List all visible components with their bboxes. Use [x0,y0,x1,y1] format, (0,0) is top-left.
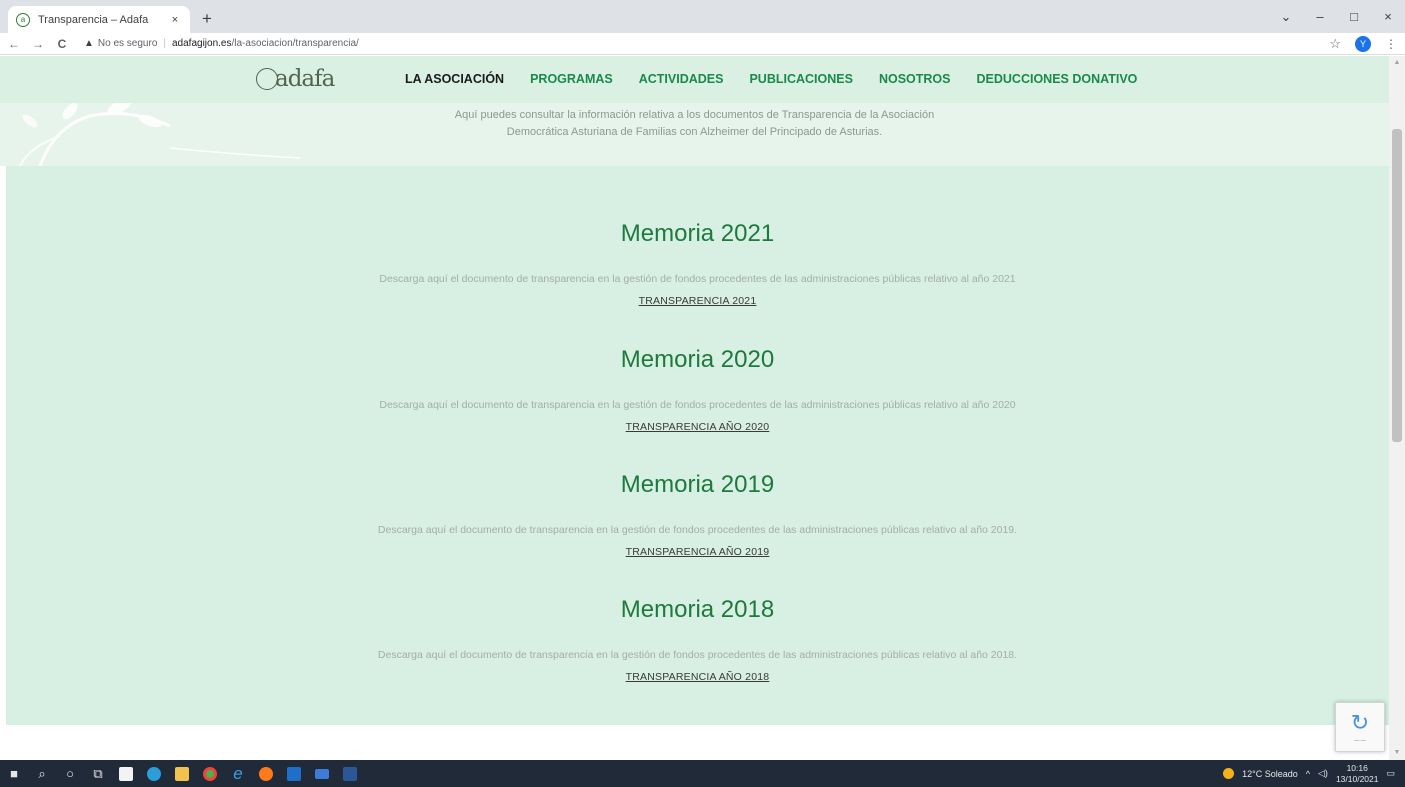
browser-tab-bar: a Transparencia – Adafa × + ⌄ – □ × [0,0,1405,33]
new-tab-button[interactable]: + [196,8,218,30]
weather-sun-icon [1223,768,1235,779]
mail-icon[interactable] [308,760,336,787]
toolbar-actions: ☆ Y ⋮ [1329,33,1397,55]
clock-time: 10:16 [1346,762,1368,773]
reload-button[interactable]: C [52,37,72,51]
notifications-icon[interactable]: ▭ [1386,768,1395,779]
recaptcha-privacy-icon: ―·― [1354,737,1366,744]
page-viewport: adafa LA ASOCIACIÓN PROGRAMAS ACTIVIDADE… [0,56,1389,760]
nav-programas[interactable]: PROGRAMAS [530,72,613,86]
tab-search-icon[interactable]: ⌄ [1269,9,1303,25]
memoria-section: Memoria 2018 Descarga aquí el documento … [6,596,1389,685]
cortana-icon[interactable]: ○ [56,760,84,787]
section-title: Memoria 2020 [620,346,775,373]
section-title: Memoria 2019 [620,471,775,498]
intro-text: Aquí puedes consultar la información rel… [0,107,1389,141]
browser-tab-active[interactable]: a Transparencia – Adafa × [8,6,190,33]
hero-banner: adafa LA ASOCIACIÓN PROGRAMAS ACTIVIDADE… [0,56,1389,166]
intro-line-2: Democrática Asturiana de Familias con Al… [506,126,883,138]
url-host: adafagijon.es [172,38,232,49]
firefox-icon[interactable] [252,760,280,787]
file-explorer-icon[interactable] [168,760,196,787]
site-logo[interactable]: adafa [256,64,335,94]
warning-icon: ▲ [84,38,94,49]
scroll-down-icon[interactable]: ▼ [1389,746,1405,760]
memoria-section: Memoria 2020 Descarga aquí el documento … [6,346,1389,435]
section-description: Descarga aquí el documento de transparen… [379,399,1016,411]
recaptcha-icon: ↻ [1350,709,1370,735]
nav-deducciones-donativo[interactable]: DEDUCCIONES DONATIVO [977,72,1138,86]
transparency-2018-link[interactable]: TRANSPARENCIA AÑO 2018 [626,671,770,683]
scroll-up-icon[interactable]: ▲ [1389,56,1405,70]
logo-text: adafa [275,66,335,92]
edge-icon[interactable] [140,760,168,787]
site-favicon-icon: a [16,12,30,27]
system-tray: 12°C Soleado ^ ◁) 10:16 13/10/2021 ▭ [1223,760,1405,787]
store-icon[interactable] [112,760,140,787]
volume-icon[interactable]: ◁) [1318,768,1328,779]
url-path: /la-asociacion/transparencia/ [231,38,359,49]
word-icon[interactable] [336,760,364,787]
memoria-section: Memoria 2019 Descarga aquí el documento … [6,471,1389,560]
scroll-thumb[interactable] [1392,129,1402,442]
address-divider: | [163,38,166,49]
windows-taskbar: ■ ⌕ ○ ⧉ e 12°C Soleado ^ ◁) 10:16 13/10/… [0,760,1405,787]
clock-date: 13/10/2021 [1335,773,1379,784]
profile-avatar[interactable]: Y [1355,36,1371,52]
main-nav: LA ASOCIACIÓN PROGRAMAS ACTIVIDADES PUBL… [405,72,1137,86]
close-window-button[interactable]: × [1371,9,1405,24]
transparency-2021-link[interactable]: TRANSPARENCIA 2021 [639,295,757,307]
outlook-icon[interactable] [280,760,308,787]
transparency-2020-link[interactable]: TRANSPARENCIA AÑO 2020 [626,421,770,433]
section-title: Memoria 2018 [620,596,775,623]
browser-toolbar: ← → C ▲ No es seguro | adafagijon.es /la… [0,33,1405,55]
transparency-2019-link[interactable]: TRANSPARENCIA AÑO 2019 [626,546,770,558]
browser-menu-icon[interactable]: ⋮ [1385,37,1397,51]
windows-start-icon[interactable]: ■ [0,760,28,787]
bookmark-star-icon[interactable]: ☆ [1329,36,1341,52]
nav-nosotros[interactable]: NOSOTROS [879,72,951,86]
section-description: Descarga aquí el documento de transparen… [379,273,1016,285]
tray-chevron-icon[interactable]: ^ [1306,769,1310,779]
restore-button[interactable]: □ [1337,9,1371,24]
tab-title: Transparencia – Adafa [38,13,149,26]
weather-text[interactable]: 12°C Soleado [1242,769,1298,779]
memoria-section: Memoria 2021 Descarga aquí el documento … [6,220,1389,309]
search-icon[interactable]: ⌕ [28,760,56,787]
nav-actividades[interactable]: ACTIVIDADES [639,72,724,86]
minimize-button[interactable]: – [1303,9,1337,24]
window-controls: ⌄ – □ × [1269,0,1405,33]
intro-line-1: Aquí puedes consultar la información rel… [454,109,935,121]
address-bar[interactable]: ▲ No es seguro | adafagijon.es /la-asoci… [84,35,359,53]
nav-publicaciones[interactable]: PUBLICACIONES [749,72,852,86]
section-title: Memoria 2021 [620,220,775,247]
site-header: adafa LA ASOCIACIÓN PROGRAMAS ACTIVIDADE… [0,56,1389,103]
recaptcha-badge[interactable]: ↻ ―·― [1335,702,1385,752]
transparency-content: Memoria 2021 Descarga aquí el documento … [6,166,1389,725]
forward-button[interactable]: → [28,37,48,51]
section-description: Descarga aquí el documento de transparen… [377,524,1018,536]
task-view-icon[interactable]: ⧉ [84,760,112,787]
section-description: Descarga aquí el documento de transparen… [377,649,1018,661]
taskbar-clock[interactable]: 10:16 13/10/2021 [1336,763,1379,785]
back-button[interactable]: ← [4,37,24,51]
tab-close-icon[interactable]: × [168,14,182,26]
security-status[interactable]: No es seguro [98,38,157,49]
internet-explorer-icon[interactable]: e [224,760,252,787]
chrome-icon[interactable] [196,760,224,787]
nav-la-asociacion[interactable]: LA ASOCIACIÓN [405,72,504,86]
page-footer-area [0,725,1389,760]
page-scrollbar[interactable]: ▲ ▼ [1389,56,1405,760]
